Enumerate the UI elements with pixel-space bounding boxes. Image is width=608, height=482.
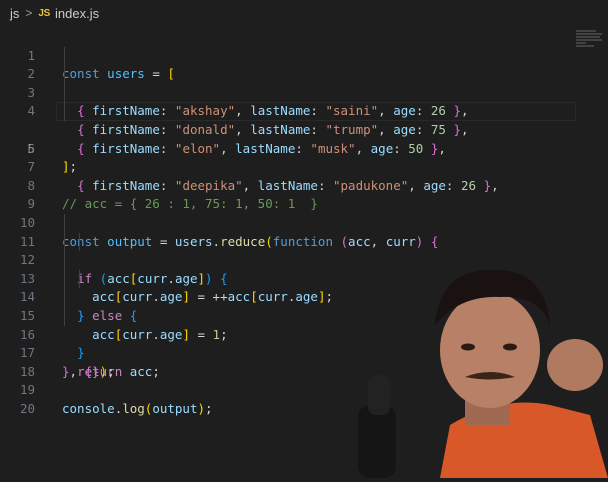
webcam-presenter-overlay [350,255,608,478]
line-number: 20 [19,400,35,416]
code-line: 3 { firstName: "donald", lastName: "trum… [0,65,608,137]
code-line: 8 // acc = { 26 : 1, 75: 1, 50: 1 } [0,158,608,212]
code-line-current: 5 { firstName: "deepika", lastName: "pad… [0,102,608,193]
breadcrumb-folder[interactable]: js [10,6,19,21]
code-line: 6 ]; [0,121,608,175]
chevron-right-icon: > [25,6,33,20]
breadcrumb: js > JS index.js [0,0,608,26]
code-line: 7 [0,140,608,174]
code-line: 9 [0,177,608,211]
code-line: 4 { firstName: "elon", lastName: "musk",… [0,83,608,156]
code-line: 1 const users = [ [0,28,608,82]
breadcrumb-file[interactable]: index.js [55,6,99,21]
webcam-presenter-icon [358,269,608,478]
code-line: 2 { firstName: "akshay", lastName: "sain… [0,46,608,118]
code-line: 10 const output = users.reduce(function … [0,195,608,249]
code-line: 11 if (acc[curr.age]) { [0,213,608,286]
code-line: 12 acc[curr.age] = ++acc[curr.age]; [0,232,608,304]
javascript-file-icon: JS [38,7,51,19]
